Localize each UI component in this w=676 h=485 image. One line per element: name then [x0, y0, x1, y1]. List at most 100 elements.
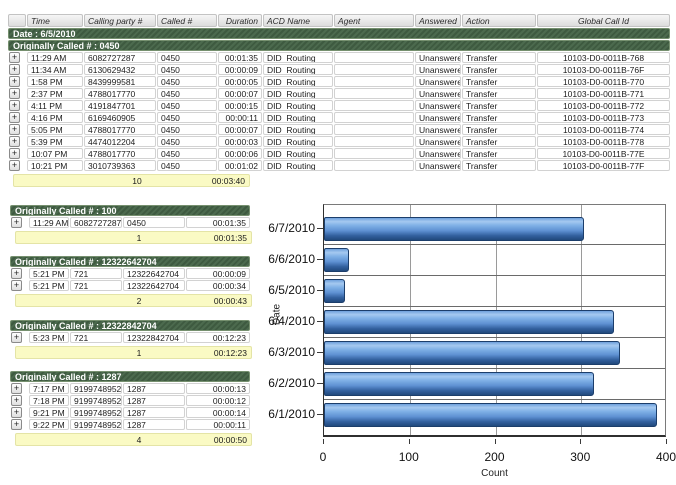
x-axis-tick — [580, 439, 581, 444]
cell-called: 0450 — [157, 112, 217, 123]
cell-action: Transfer — [462, 136, 536, 147]
cell-calling: 6082727287 — [70, 217, 122, 228]
cell-time: 7:18 PM — [29, 395, 69, 406]
table-row: +5:21 PM7211232264270400:00:34 — [10, 280, 250, 291]
y-tick-label: 6/5/2010 — [253, 283, 315, 297]
expand-button[interactable]: + — [11, 395, 22, 406]
table-row: +2:37 PM4788017770045000:00:07DID_Routin… — [8, 88, 670, 99]
y-axis-tick — [317, 414, 323, 415]
cell-calling: 4788017770 — [84, 124, 156, 135]
report-subgroup: Originally Called # : 12322642704 +5:21 P… — [10, 256, 250, 307]
cell-agent — [334, 100, 414, 111]
expand-button[interactable]: + — [9, 76, 20, 87]
expand-button[interactable]: + — [9, 88, 20, 99]
summary-call-count: 1 — [124, 232, 154, 244]
expand-button[interactable]: + — [11, 280, 22, 291]
cell-gcid: 10103-D0-0011B-77F — [537, 160, 670, 171]
table-row: +9:21 PM9199748952128700:00:14 — [10, 407, 250, 418]
cell-called: 0450 — [157, 64, 217, 75]
cell-action: Transfer — [462, 88, 536, 99]
expand-button[interactable]: + — [9, 100, 20, 111]
expand-button[interactable]: + — [9, 160, 20, 171]
originally-called-band: Originally Called # : 12322642704 — [10, 256, 250, 267]
expand-button[interactable]: + — [9, 124, 20, 135]
column-header-expand — [8, 14, 26, 27]
cell-answered: Unanswered — [415, 160, 461, 171]
expand-button[interactable]: + — [9, 112, 20, 123]
table-row: +4:16 PM6169460905045000:00:11DID_Routin… — [8, 112, 670, 123]
report-subgroup: Originally Called # : 12322842704+5:23 P… — [10, 320, 250, 359]
expand-button[interactable]: + — [11, 268, 22, 279]
cell-gcid: 10103-D0-0011B-770 — [537, 76, 670, 87]
table-row: +11:34 AM6130629432045000:00:09DID_Routi… — [8, 64, 670, 75]
expand-cell: + — [10, 383, 28, 394]
cell-duration: 00:00:06 — [218, 148, 262, 159]
expand-button[interactable]: + — [11, 217, 22, 228]
x-tick-label: 0 — [301, 450, 345, 464]
cell-calling: 9199748952 — [70, 419, 122, 430]
x-axis-tick — [409, 439, 410, 444]
expand-button[interactable]: + — [9, 64, 20, 75]
cell-answered: Unanswered — [415, 136, 461, 147]
y-axis-tick — [317, 259, 323, 260]
table-row: +5:39 PM4474012204045000:00:03DID_Routin… — [8, 136, 670, 147]
cell-time: 10:07 PM — [27, 148, 83, 159]
cell-agent — [334, 76, 414, 87]
cell-action: Transfer — [462, 76, 536, 87]
x-tick-label: 300 — [558, 450, 602, 464]
horizontal-gridline — [324, 306, 665, 307]
expand-cell: + — [8, 124, 26, 135]
cell-calling: 9199748952 — [70, 383, 122, 394]
summary-call-count: 2 — [124, 295, 154, 307]
cell-time: 10:21 PM — [27, 160, 83, 171]
expand-cell: + — [8, 160, 26, 171]
cell-acd: DID_Routing — [263, 76, 333, 87]
cell-duration: 00:01:35 — [218, 52, 262, 63]
cell-duration: 00:00:09 — [218, 64, 262, 75]
cell-called: 12322642704 — [123, 280, 185, 291]
column-header-answered: Answered — [415, 14, 461, 27]
expand-button[interactable]: + — [11, 332, 22, 343]
cell-acd: DID_Routing — [263, 160, 333, 171]
expand-button[interactable]: + — [11, 419, 22, 430]
expand-button[interactable]: + — [9, 148, 20, 159]
originally-called-band: Originally Called # : 12322842704 — [10, 320, 250, 331]
expand-button[interactable]: + — [9, 136, 20, 147]
cell-acd: DID_Routing — [263, 112, 333, 123]
y-tick-label: 6/2/2010 — [253, 376, 315, 390]
summary-call-count: 4 — [124, 434, 154, 446]
summary-total-duration: 00:12:23 — [214, 347, 247, 359]
expand-cell: + — [10, 280, 28, 291]
summary-total-duration: 00:01:35 — [214, 232, 247, 244]
cell-gcid: 10103-D0-0011B-768 — [537, 52, 670, 63]
expand-cell: + — [8, 112, 26, 123]
expand-cell: + — [8, 148, 26, 159]
column-header-agent: Agent — [334, 14, 414, 27]
cell-action: Transfer — [462, 160, 536, 171]
cell-agent — [334, 52, 414, 63]
group-summary-row: 1 00:01:35 — [15, 231, 252, 244]
cell-called: 0450 — [157, 88, 217, 99]
cell-duration: 00:00:13 — [186, 383, 250, 394]
expand-cell: + — [10, 217, 28, 228]
expand-cell: + — [8, 52, 26, 63]
cell-called: 0450 — [157, 124, 217, 135]
cell-duration: 00:00:14 — [186, 407, 250, 418]
cell-duration: 00:01:02 — [218, 160, 262, 171]
cell-gcid: 10103-D0-0011B-76F — [537, 64, 670, 75]
cell-calling: 4788017770 — [84, 148, 156, 159]
cell-duration: 00:00:34 — [186, 280, 250, 291]
bar-6-1-2010 — [324, 403, 657, 427]
bar-6-2-2010 — [324, 372, 594, 396]
expand-button[interactable]: + — [9, 52, 20, 63]
cell-answered: Unanswered — [415, 112, 461, 123]
expand-button[interactable]: + — [11, 383, 22, 394]
cell-calling: 6130629432 — [84, 64, 156, 75]
column-header-calling: Calling party # — [84, 14, 156, 27]
expand-cell: + — [10, 268, 28, 279]
originally-called-band: Originally Called # : 100 — [10, 205, 250, 216]
expand-button[interactable]: + — [11, 407, 22, 418]
cell-action: Transfer — [462, 124, 536, 135]
cell-calling: 721 — [70, 280, 122, 291]
cell-answered: Unanswered — [415, 76, 461, 87]
